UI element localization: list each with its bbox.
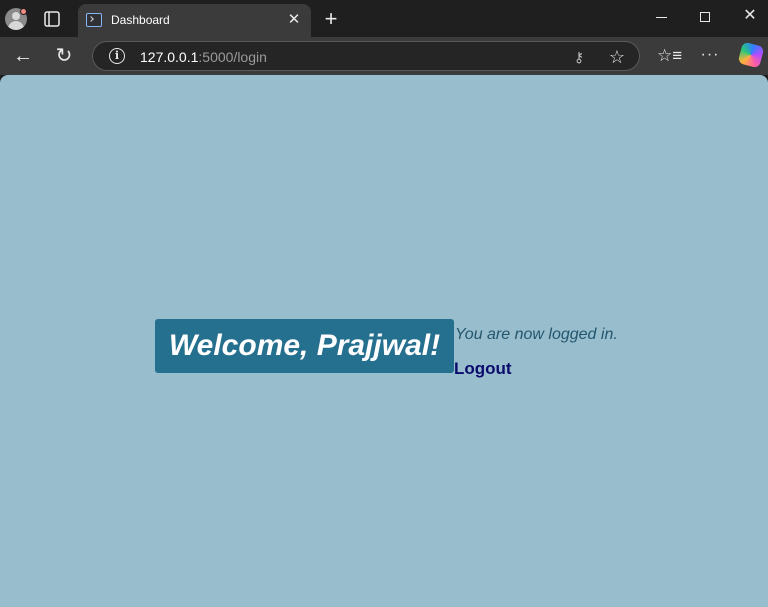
- key-icon[interactable]: ⚷: [570, 48, 588, 66]
- tab-actions-icon[interactable]: [42, 9, 62, 29]
- avatar-body: [8, 21, 24, 30]
- minimize-icon[interactable]: [656, 17, 667, 18]
- plus-icon[interactable]: +: [321, 8, 341, 30]
- login-status-text: You are now logged in.: [455, 326, 618, 343]
- title-bar: Dashboard ✕ + ✕: [0, 0, 768, 37]
- arrow-left-icon[interactable]: ←: [12, 45, 34, 67]
- info-icon[interactable]: i: [109, 48, 125, 64]
- avatar-head: [12, 12, 20, 20]
- close-icon[interactable]: ✕: [286, 12, 302, 28]
- page-viewport: Welcome, Prajjwal! You are now logged in…: [0, 75, 768, 607]
- browser-toolbar: ← ↻ i 127.0.0.1:5000/login ⚷ ☆ ☆≡ ···: [0, 37, 768, 75]
- welcome-banner: Welcome, Prajjwal!: [155, 319, 454, 373]
- favorites-list-icon[interactable]: ☆≡: [657, 46, 682, 66]
- address-bar[interactable]: i 127.0.0.1:5000/login ⚷ ☆: [92, 41, 640, 71]
- url-text[interactable]: 127.0.0.1:5000/login: [140, 49, 267, 65]
- maximize-icon[interactable]: [700, 12, 710, 22]
- url-host: 127.0.0.1: [140, 49, 199, 65]
- tab-dashboard[interactable]: Dashboard ✕: [78, 4, 311, 37]
- copilot-icon[interactable]: [737, 41, 765, 69]
- more-icon[interactable]: ···: [700, 45, 720, 65]
- logout-link[interactable]: Logout: [454, 359, 512, 379]
- terminal-favicon-icon: [86, 13, 102, 27]
- url-path: :5000/login: [198, 49, 267, 65]
- star-icon[interactable]: ☆: [607, 47, 627, 67]
- welcome-heading: Welcome, Prajjwal!: [168, 329, 441, 362]
- reload-icon[interactable]: ↻: [53, 45, 75, 67]
- window-close-icon[interactable]: ✕: [741, 6, 759, 26]
- notification-dot: [20, 8, 27, 15]
- tab-title: Dashboard: [111, 13, 170, 27]
